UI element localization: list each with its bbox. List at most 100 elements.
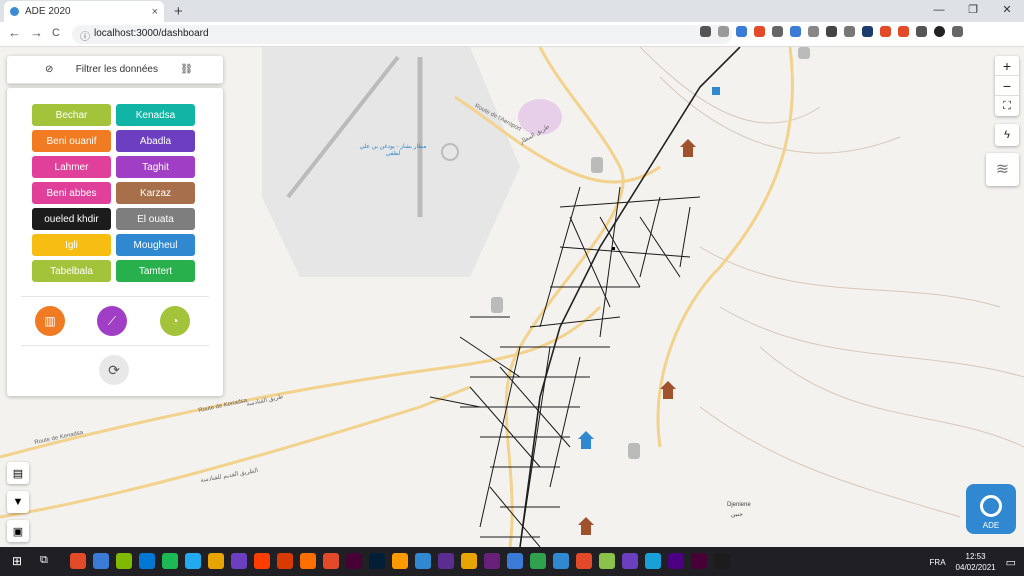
browser-tab[interactable]: ADE 2020 × [4,1,164,22]
clock[interactable]: 12:53 04/02/2021 [956,551,996,573]
city-button-mougheul[interactable]: Mougheul [116,234,195,256]
extension-icon[interactable] [880,26,891,37]
city-button-tabelbala[interactable]: Tabelbala [32,260,111,282]
taskbar-app-icon[interactable] [277,553,293,569]
close-window-button[interactable]: ✕ [990,0,1024,22]
star-icon[interactable] [718,26,729,37]
measure-button[interactable]: ϟ [995,124,1019,146]
taskbar-app-icon[interactable] [461,553,477,569]
taskbar-app-icon[interactable] [185,553,201,569]
sitemap-icon[interactable]: ⛓ [180,64,193,75]
extension-icon[interactable] [790,26,801,37]
taskbar-app-icon[interactable] [162,553,178,569]
close-tab-icon[interactable]: × [152,6,158,18]
city-button-oueled-khdir[interactable]: oueled khdir [32,208,111,230]
djeniene-ar-label: جنين [731,512,743,518]
road [656,47,794,448]
lightning-icon: ϟ [1004,129,1010,141]
taskbar-app-icon[interactable] [369,553,385,569]
taskbar-app-icon[interactable] [300,553,316,569]
forward-button[interactable]: → [30,25,43,40]
extension-icon[interactable] [754,26,765,37]
fullscreen-button[interactable]: ⛶ [995,96,1019,116]
city-button-lahmer[interactable]: Lahmer [32,156,111,178]
task-view-icon[interactable]: ⧉ [40,554,48,567]
clock-time: 12:53 [965,552,986,561]
taskbar-app-icon[interactable] [231,553,247,569]
taskbar-app-icon[interactable] [553,553,569,569]
layers-button[interactable]: ≋ [986,153,1019,186]
minimize-button[interactable]: — [922,0,956,22]
extension-icon[interactable] [808,26,819,37]
clipboard-button[interactable]: ▤ [7,462,29,484]
taskbar-app-icon[interactable] [668,553,684,569]
taskbar-app-icon[interactable] [622,553,638,569]
airport-label: مطار بشار - بودغن بن علي لطفي [359,144,427,157]
city-button-beni-ouanif[interactable]: Beni ouanif [32,130,111,152]
taskbar-app-icon[interactable] [484,553,500,569]
taskbar-app-icon[interactable] [507,553,523,569]
taskbar-app-icon[interactable] [93,553,109,569]
filter-icon: ▼ [12,496,24,508]
ade-favicon-icon [10,7,19,16]
menu-icon[interactable] [952,26,963,37]
zoom-out-button[interactable]: − [995,76,1019,96]
city-button-tamtert[interactable]: Tamtert [116,260,195,282]
profile-avatar[interactable] [934,26,945,37]
taskbar-app-icon[interactable] [530,553,546,569]
zoom-in-button[interactable]: + [995,56,1019,76]
city-button-bechar[interactable]: Bechar [32,104,111,126]
language-indicator[interactable]: FRA [930,558,946,567]
city-button-abadla[interactable]: Abadla [116,130,195,152]
camera-icon[interactable] [844,26,855,37]
taskbar-app-icon[interactable] [438,553,454,569]
taskbar-app-icon[interactable] [415,553,431,569]
back-button[interactable]: ← [8,25,21,40]
key-icon[interactable] [700,26,711,37]
line-chart-icon: ⟋ [107,313,117,328]
taskbar-app-icon[interactable] [208,553,224,569]
city-button-beni-abbes[interactable]: Beni abbes [32,182,111,204]
extension-icon[interactable] [898,26,909,37]
pie-chart-button[interactable]: ◔ [160,306,190,336]
address-bar[interactable]: ⓘ localhost:3000/dashboard [72,25,732,44]
notifications-icon[interactable]: ▭ [1006,556,1016,569]
eye-slash-icon[interactable]: ⊘ [45,64,53,75]
taskbar-app-icon[interactable] [116,553,132,569]
filter-button[interactable]: ▼ [7,491,29,513]
city-button-igli[interactable]: Igli [32,234,111,256]
windows-start-icon[interactable]: ⊞ [12,554,22,568]
taskbar-app-icon[interactable] [576,553,592,569]
puzzle-icon[interactable] [916,26,927,37]
taskbar-app-icon[interactable] [346,553,362,569]
taskbar-app-icon[interactable] [714,553,730,569]
taskbar-app-icon[interactable] [691,553,707,569]
refresh-button[interactable]: ⟳ [99,355,129,385]
url-text: localhost:3000/dashboard [94,28,209,39]
city-button-taghit[interactable]: Taghit [116,156,195,178]
extension-icon[interactable] [826,26,837,37]
taskbar-app-icon[interactable] [599,553,615,569]
city-button-kenadsa[interactable]: Kenadsa [116,104,195,126]
extension-icon[interactable] [862,26,873,37]
well-markers [578,87,720,535]
tab-title: ADE 2020 [25,6,71,17]
taskbar-app-icon[interactable] [323,553,339,569]
taskbar-app-icon[interactable] [645,553,661,569]
line-chart-button[interactable]: ⟋ [97,306,127,336]
divider [21,345,209,346]
taskbar-app-icon[interactable] [70,553,86,569]
city-button-karzaz[interactable]: Karzaz [116,182,195,204]
extension-icon[interactable] [772,26,783,37]
reload-button[interactable]: C [52,27,60,39]
bar-chart-button[interactable]: ▥ [35,306,65,336]
site-info-icon[interactable]: ⓘ [80,28,90,43]
maximize-button[interactable]: ❐ [956,0,990,22]
new-tab-button[interactable]: + [174,3,183,20]
extension-icon[interactable] [736,26,747,37]
taskbar-app-icon[interactable] [392,553,408,569]
city-button-el-ouata[interactable]: El ouata [116,208,195,230]
taskbar-app-icon[interactable] [254,553,270,569]
taskbar-app-icon[interactable] [139,553,155,569]
print-button[interactable]: ▣ [7,520,29,542]
